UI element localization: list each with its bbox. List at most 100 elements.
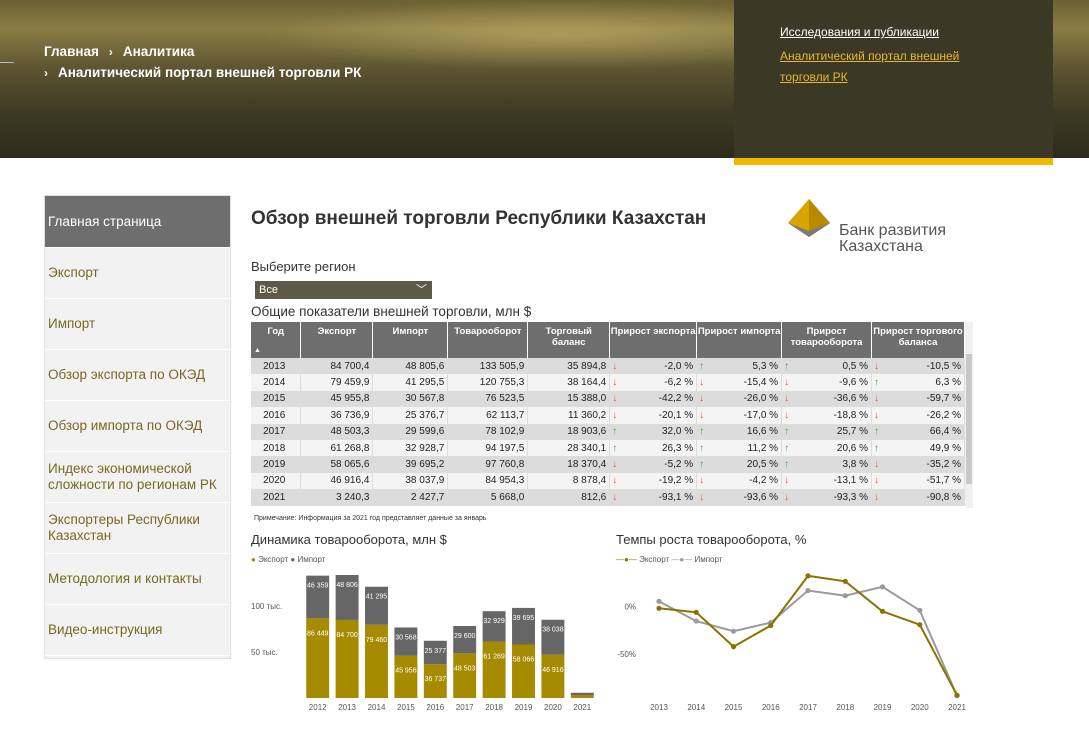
table-cell-value: -15,4 % bbox=[743, 377, 779, 389]
bar-import[interactable] bbox=[541, 619, 565, 655]
bar-import[interactable] bbox=[394, 627, 418, 656]
data-label: 48 503 bbox=[454, 665, 476, 672]
import-point[interactable] bbox=[879, 584, 886, 590]
x-tick-label: 2018 bbox=[836, 703, 854, 712]
table-cell-g_bal: ↑ 6,3 % bbox=[871, 374, 965, 391]
sidebar-item-home[interactable]: Главная страница bbox=[45, 196, 230, 248]
arrow-up-icon: ↑ bbox=[874, 426, 880, 438]
import-point[interactable] bbox=[917, 607, 923, 613]
bar-export[interactable] bbox=[541, 654, 565, 698]
column-header-export[interactable]: Экспорт bbox=[300, 322, 374, 358]
bar-export[interactable] bbox=[512, 644, 535, 698]
sidebar-item-export[interactable]: Экспорт bbox=[45, 248, 230, 299]
sidebar-item-complexity-index[interactable]: Индекс экономической сложности по регион… bbox=[45, 452, 230, 503]
region-select[interactable]: Все ﹀ bbox=[255, 281, 432, 299]
sidebar-item-import[interactable]: Импорт bbox=[45, 299, 230, 350]
table-cell-balance: 15 388,0 bbox=[527, 390, 611, 408]
arrow-up-icon: ↑ bbox=[874, 442, 880, 454]
table-cell-import: 29 599,6 bbox=[372, 423, 449, 440]
y-tick-label: 100 тыс. bbox=[251, 602, 282, 611]
sidebar-item-methodology[interactable]: Методология и контакты bbox=[45, 554, 230, 605]
import-point[interactable] bbox=[693, 618, 699, 624]
breadcrumb-home[interactable]: Главная bbox=[44, 44, 99, 59]
sidebar-item-label: Экспорт bbox=[48, 265, 99, 280]
breadcrumb: Главная › Аналитика › Аналитический порт… bbox=[44, 44, 361, 80]
arrow-down-icon: ↓ bbox=[874, 475, 880, 487]
table-cell-value: -6,2 % bbox=[664, 377, 694, 389]
table-cell-value: 61 268,8 bbox=[330, 442, 370, 454]
export-point[interactable] bbox=[805, 573, 811, 579]
column-header-export-growth[interactable]: Прирост экспорта bbox=[609, 322, 698, 358]
table-cell-value: -13,1 % bbox=[833, 475, 869, 487]
data-label: 84 700 bbox=[336, 632, 358, 639]
bar-import[interactable] bbox=[365, 586, 388, 625]
sidebar-item-export-oked[interactable]: Обзор экспорта по ОКЭД bbox=[45, 350, 230, 401]
chevron-down-icon: ﹀ bbox=[416, 284, 427, 296]
export-point[interactable] bbox=[954, 692, 960, 698]
arrow-down-icon: ↓ bbox=[699, 409, 705, 421]
export-point[interactable] bbox=[917, 622, 923, 628]
import-point[interactable] bbox=[730, 628, 737, 634]
export-point[interactable] bbox=[768, 622, 774, 629]
column-header-turnover-growth[interactable]: Прирост товарооборота bbox=[781, 322, 873, 358]
sidebar-item-import-oked[interactable]: Обзор импорта по ОКЭД bbox=[45, 401, 230, 452]
table-cell-value: 25 376,7 bbox=[405, 409, 445, 421]
import-point[interactable] bbox=[656, 598, 662, 604]
bar-import[interactable] bbox=[512, 607, 535, 645]
scrollbar-thumb[interactable] bbox=[966, 354, 972, 484]
bar-export[interactable] bbox=[365, 624, 388, 698]
table-cell-value: -35,2 % bbox=[926, 459, 961, 471]
export-series-line[interactable] bbox=[658, 574, 958, 696]
table-cell-balance: 8 878,4 bbox=[527, 472, 611, 490]
table-cell-value: 32,0 % bbox=[662, 426, 694, 438]
table-cell-value: 26,3 % bbox=[662, 442, 694, 454]
column-header-import-growth[interactable]: Прирост импорта bbox=[696, 322, 783, 358]
sidebar-item-exporters[interactable]: Экспортеры Республики Казахстан bbox=[45, 503, 230, 554]
legend-line-icon: —●— bbox=[616, 555, 637, 564]
table-cell-value: 16,6 % bbox=[746, 426, 779, 438]
bar-export[interactable] bbox=[570, 695, 594, 698]
table-cell-g_turn: ↓ -93,3 % bbox=[781, 489, 873, 506]
table-cell-value: 46 916,4 bbox=[330, 475, 370, 487]
bar-import[interactable] bbox=[570, 692, 594, 696]
export-point[interactable] bbox=[693, 609, 699, 615]
sidebar-item-video[interactable]: Видео-инструкция bbox=[45, 605, 230, 656]
column-header-turnover[interactable]: Товарооборот bbox=[447, 322, 529, 358]
table-cell-value: 15 388,0 bbox=[567, 393, 607, 405]
table-cell-year: 2013 bbox=[251, 358, 302, 375]
portal-link[interactable]: Аналитический портал внешней торговли РК bbox=[780, 46, 1000, 88]
arrow-up-icon: ↑ bbox=[784, 459, 790, 471]
top-links-panel: Исследования и публикации Аналитический … bbox=[734, 0, 1053, 165]
export-point[interactable] bbox=[879, 608, 886, 614]
table-cell-g_exp: ↓ -42,2 % bbox=[609, 390, 698, 408]
bar-export[interactable] bbox=[394, 655, 418, 698]
column-header-balance[interactable]: Торговый баланс bbox=[527, 322, 611, 358]
import-series-line[interactable] bbox=[658, 585, 958, 697]
breadcrumb-analytics[interactable]: Аналитика bbox=[123, 44, 194, 59]
table-cell-import: 30 567,8 bbox=[372, 390, 449, 408]
bar-import[interactable] bbox=[482, 611, 506, 642]
research-link[interactable]: Исследования и публикации bbox=[780, 25, 939, 39]
arrow-up-icon: ↑ bbox=[874, 377, 880, 389]
import-point[interactable] bbox=[805, 587, 811, 594]
table-scrollbar[interactable] bbox=[965, 322, 973, 508]
table-cell-turnover: 84 954,3 bbox=[447, 472, 529, 490]
export-point[interactable] bbox=[842, 578, 848, 584]
import-point[interactable] bbox=[842, 593, 848, 599]
data-label: 86 449 bbox=[307, 630, 329, 637]
column-header-balance-growth[interactable]: Прирост торгового баланса bbox=[871, 322, 965, 358]
table-cell-import: 41 295,5 bbox=[372, 374, 449, 391]
x-tick-label: 2016 bbox=[426, 703, 444, 712]
bar-export[interactable] bbox=[482, 641, 506, 698]
bar-chart-legend: ● Экспорт ● Импорт bbox=[251, 555, 325, 564]
column-header-year[interactable]: Год ▲ bbox=[251, 322, 302, 358]
x-tick-label: 2015 bbox=[725, 703, 743, 712]
export-point[interactable] bbox=[730, 644, 737, 650]
table-cell-balance: 38 164,4 bbox=[527, 374, 611, 391]
bar-export[interactable] bbox=[453, 653, 477, 698]
table-cell-value: 35 894,8 bbox=[567, 360, 607, 372]
column-header-import[interactable]: Импорт bbox=[372, 322, 449, 358]
table-cell-g_imp: ↓ -93,6 % bbox=[696, 489, 783, 506]
data-label: 46 359 bbox=[307, 583, 329, 590]
export-point[interactable] bbox=[656, 605, 662, 611]
